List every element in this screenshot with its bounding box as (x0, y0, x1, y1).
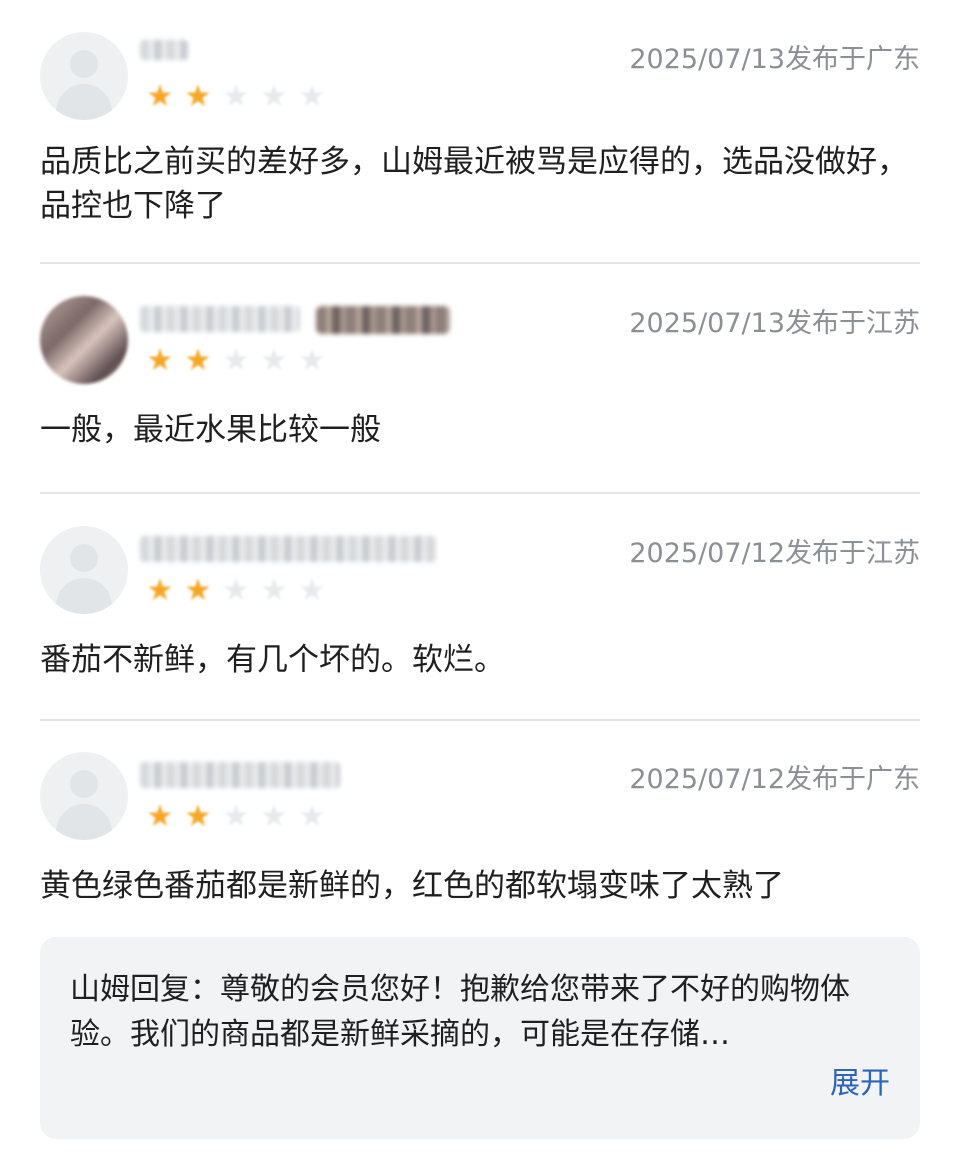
user-placeholder-icon (70, 50, 98, 78)
star-outline-icon: ★ (222, 799, 250, 834)
review-date: 2025/07/13发布于广东 (629, 44, 920, 75)
star-outline-icon: ★ (222, 343, 250, 378)
star-icon: ★ (184, 573, 212, 608)
star-outline-icon: ★ (298, 573, 326, 608)
star-icon: ★ (184, 343, 212, 378)
rating-stars: ★ ★ ★ ★ ★ (144, 82, 328, 112)
star-icon: ★ (146, 343, 174, 378)
divider (40, 492, 920, 494)
star-outline-icon: ★ (260, 343, 288, 378)
divider (40, 262, 920, 264)
user-placeholder-icon (70, 544, 98, 572)
review-item: ★ ★ ★ ★ ★ 2025/07/12发布于广东 黄色绿色番茄都是新鲜的，红色的都软塌… (40, 752, 920, 912)
divider (40, 719, 920, 721)
review-text: 品质比之前买的差好多，山姆最近被骂是应得的，选品没做好，品控也下降了 (40, 144, 908, 224)
rating-stars: ★ ★ ★ ★ ★ (144, 346, 328, 376)
star-outline-icon: ★ (222, 79, 250, 114)
member-badge-blurred (316, 306, 450, 334)
star-icon: ★ (146, 79, 174, 114)
star-outline-icon: ★ (222, 573, 250, 608)
merchant-reply: 山姆回复：尊敬的会员您好！抱歉给您带来了不好的购物体验。我们的商品都是新鲜采摘的… (40, 937, 920, 1139)
user-placeholder-icon (70, 770, 98, 798)
review-date: 2025/07/12发布于江苏 (629, 538, 920, 569)
review-item: ★ ★ ★ ★ ★ 2025/07/12发布于江苏 番茄不新鲜，有几个坏的。软烂。 (40, 526, 920, 686)
star-icon: ★ (146, 573, 174, 608)
avatar[interactable] (40, 526, 128, 614)
review-date: 2025/07/12发布于广东 (629, 764, 920, 795)
username-blurred (140, 536, 436, 562)
review-item: ★ ★ ★ ★ ★ 2025/07/13发布于广东 品质比之前买的差好多，山姆最近被骂是… (40, 32, 920, 242)
rating-stars: ★ ★ ★ ★ ★ (144, 576, 328, 606)
avatar[interactable] (40, 752, 128, 840)
star-icon: ★ (184, 79, 212, 114)
avatar[interactable] (40, 296, 128, 384)
star-icon: ★ (184, 799, 212, 834)
avatar[interactable] (40, 32, 128, 120)
review-text: 一般，最近水果比较一般 (40, 412, 381, 448)
expand-button[interactable]: 展开 (830, 1063, 890, 1105)
review-text: 黄色绿色番茄都是新鲜的，红色的都软塌变味了太熟了 (40, 868, 784, 904)
star-outline-icon: ★ (298, 343, 326, 378)
review-item: ★ ★ ★ ★ ★ 2025/07/13发布于江苏 一般，最近水果比较一般 (40, 296, 920, 466)
star-outline-icon: ★ (260, 79, 288, 114)
username-blurred (140, 762, 340, 788)
star-outline-icon: ★ (260, 573, 288, 608)
username-blurred (140, 306, 300, 332)
star-outline-icon: ★ (298, 79, 326, 114)
reply-text: 山姆回复：尊敬的会员您好！抱歉给您带来了不好的购物体验。我们的商品都是新鲜采摘的… (70, 972, 850, 1052)
rating-stars: ★ ★ ★ ★ ★ (144, 802, 328, 832)
username-blurred (140, 40, 188, 60)
star-icon: ★ (146, 799, 174, 834)
review-text: 番茄不新鲜，有几个坏的。软烂。 (40, 642, 505, 678)
star-outline-icon: ★ (260, 799, 288, 834)
review-date: 2025/07/13发布于江苏 (629, 308, 920, 339)
star-outline-icon: ★ (298, 799, 326, 834)
